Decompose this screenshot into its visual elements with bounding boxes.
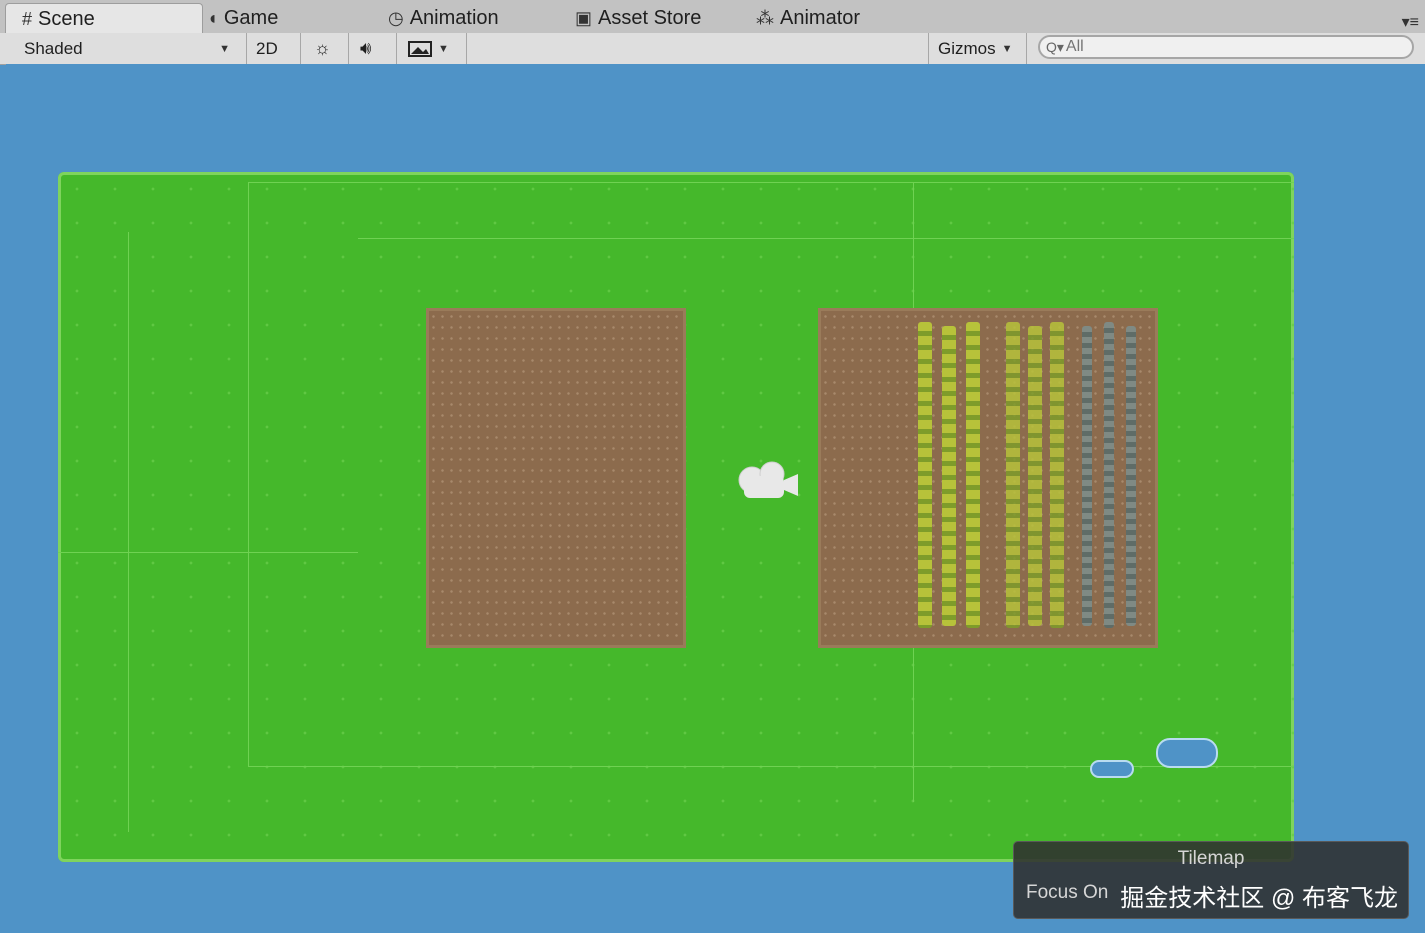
crop-row bbox=[1006, 322, 1020, 628]
tab-animation-label: Animation bbox=[409, 6, 499, 29]
tile-grid-line bbox=[358, 238, 1294, 239]
chevron-down-icon: ▼ bbox=[438, 42, 449, 55]
2d-toggle-label: 2D bbox=[256, 38, 278, 58]
speaker-icon: 🔊︎ bbox=[360, 38, 372, 58]
bag-icon: ▣ bbox=[575, 7, 593, 28]
crop-row bbox=[966, 322, 980, 628]
toolbar-divider bbox=[466, 33, 467, 64]
tile-grid-line bbox=[248, 766, 1294, 767]
grid-icon: # bbox=[22, 8, 33, 29]
scene-viewport[interactable] bbox=[6, 64, 1425, 933]
shading-mode-label: Shaded bbox=[24, 38, 83, 58]
search-icon: Q▾ bbox=[1046, 38, 1064, 55]
water-puddle bbox=[1156, 738, 1218, 768]
watermark-text: 掘金技术社区 @ 布客飞龙 bbox=[1120, 885, 1398, 912]
chevron-down-icon: ▼ bbox=[1001, 42, 1013, 55]
toolbar-divider bbox=[246, 33, 247, 64]
2d-toggle-button[interactable]: 2D bbox=[256, 35, 278, 62]
tilemap-overlay-panel: Tilemap Focus On 掘金技术社区 @ 布客飞龙 bbox=[1013, 841, 1409, 919]
tab-animator[interactable]: ⁂ Animator bbox=[756, 3, 860, 33]
tab-animator-label: Animator bbox=[780, 6, 861, 29]
image-icon bbox=[408, 40, 432, 57]
tab-animation[interactable]: ◷ Animation bbox=[388, 3, 499, 33]
camera-gizmo-icon[interactable] bbox=[736, 458, 802, 506]
chevron-down-icon: ▼ bbox=[219, 42, 230, 55]
crop-row bbox=[1050, 322, 1064, 628]
toolbar-divider bbox=[396, 33, 397, 64]
tab-menu-icon[interactable]: ▾≡ bbox=[1402, 12, 1419, 32]
tab-game-label: Game bbox=[223, 6, 279, 29]
gizmos-label: Gizmos bbox=[938, 38, 996, 58]
tab-game[interactable]: ◖ Game bbox=[207, 3, 278, 33]
tile-grid-line bbox=[58, 552, 358, 553]
sun-icon: ☼ bbox=[314, 38, 331, 58]
toolbar-divider bbox=[300, 33, 301, 64]
tile-grid-line bbox=[248, 182, 1294, 183]
toolbar-divider bbox=[1026, 33, 1027, 64]
lighting-toggle-button[interactable]: ☼ bbox=[314, 35, 331, 62]
gizmos-dropdown[interactable]: Gizmos ▼ bbox=[938, 35, 1013, 62]
clock-icon: ◷ bbox=[388, 7, 404, 28]
effects-dropdown[interactable]: ▼ bbox=[408, 35, 449, 62]
overlay-title: Tilemap bbox=[1177, 848, 1245, 869]
editor-tab-bar: # Scene ◖ Game ◷ Animation ▣ Asset Store… bbox=[0, 0, 1425, 34]
tile-grid-line bbox=[128, 232, 129, 832]
hierarchy-search[interactable]: Q▾ bbox=[1038, 35, 1414, 59]
tab-asset-store[interactable]: ▣ Asset Store bbox=[575, 3, 701, 33]
crop-row bbox=[1126, 326, 1136, 626]
focus-on-label[interactable]: Focus On bbox=[1026, 882, 1108, 904]
pacman-icon: ◖ bbox=[207, 7, 218, 28]
tab-scene[interactable]: # Scene bbox=[5, 3, 203, 34]
crop-row bbox=[942, 326, 956, 626]
toolbar-divider bbox=[928, 33, 929, 64]
farm-plot-empty bbox=[426, 308, 686, 648]
crop-row bbox=[1082, 326, 1092, 626]
tab-asset-store-label: Asset Store bbox=[598, 6, 702, 29]
crop-row bbox=[1104, 322, 1114, 628]
toolbar-divider bbox=[348, 33, 349, 64]
tab-scene-label: Scene bbox=[38, 7, 95, 30]
audio-toggle-button[interactable]: 🔊︎ bbox=[360, 35, 371, 62]
nodes-icon: ⁂ bbox=[756, 7, 774, 28]
crop-row bbox=[1028, 326, 1042, 626]
crop-row bbox=[918, 322, 932, 628]
tile-grid-line bbox=[248, 182, 249, 766]
shading-mode-dropdown[interactable]: Shaded ▼ bbox=[24, 35, 234, 62]
search-input[interactable] bbox=[1063, 37, 1368, 57]
water-puddle bbox=[1090, 760, 1134, 778]
